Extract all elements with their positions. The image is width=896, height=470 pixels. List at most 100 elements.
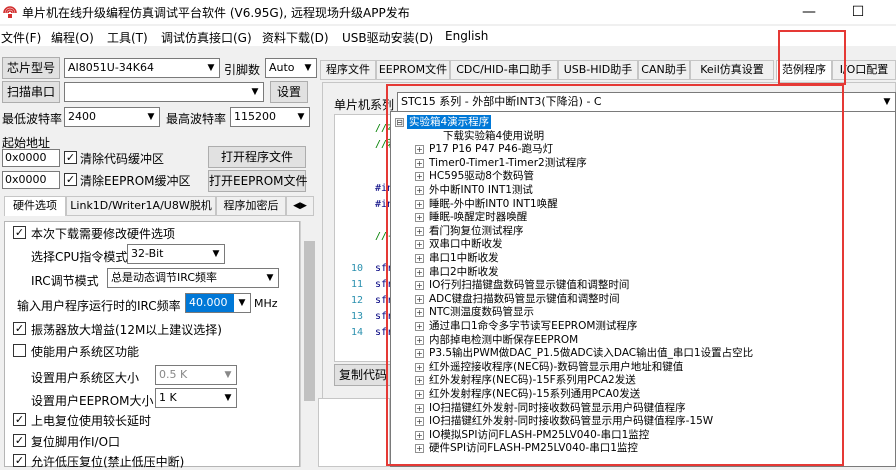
serial-port-select[interactable]: ▼ <box>64 82 264 102</box>
menu-english[interactable]: English <box>445 29 488 43</box>
window-title: 单片机在线升级编程仿真调试平台软件 (V6.95G), 远程现场升级APP发布 <box>22 6 410 20</box>
open-eeprom-file-button[interactable]: 打开EEPROM文件 <box>208 170 308 192</box>
chevron-down-icon: ▼ <box>224 370 232 380</box>
highlight-box-tab <box>778 30 846 85</box>
reset-pin-label: 复位脚用作I/O口 <box>31 435 121 449</box>
settings-button[interactable]: 设置 <box>270 81 308 103</box>
osc-amp-checkbox[interactable]: ✓ <box>13 322 26 335</box>
irc-mode-value: 总是动态调节IRC频率 <box>111 271 218 284</box>
code-address-input[interactable]: 0x0000 <box>2 149 60 167</box>
menu-program[interactable]: 编程(O) <box>51 29 94 46</box>
low-voltage-reset-label: 允许低压复位(禁止低压中断) <box>31 455 185 469</box>
chevron-down-icon: ▼ <box>251 87 259 97</box>
user-sys-area-label: 使能用户系统区功能 <box>31 345 140 359</box>
clear-eeprom-label: 清除EEPROM缓冲区 <box>80 174 191 188</box>
chevron-down-icon: ▼ <box>304 63 312 73</box>
reset-pin-checkbox[interactable]: ✓ <box>13 434 26 447</box>
chip-model-select[interactable]: AI8051U-34K64 ▼ <box>64 58 220 78</box>
chevron-down-icon: ▼ <box>212 249 220 259</box>
menu-bar: 文件(F) 编程(O) 工具(T) 调试仿真接口(G) 资料下载(D) USB驱… <box>0 26 896 46</box>
chevron-down-icon: ▼ <box>266 273 274 283</box>
scrollbar-thumb[interactable] <box>304 241 315 401</box>
tab-eeprom-file[interactable]: EEPROM文件 <box>376 60 450 80</box>
irc-frequency-label: 输入用户程序运行时的IRC频率 <box>17 299 181 313</box>
chevron-down-icon: ▼ <box>234 294 250 312</box>
chevron-down-icon: ▼ <box>207 63 215 73</box>
clear-eeprom-checkbox[interactable]: ✓ <box>64 173 77 186</box>
max-baud-select[interactable]: 115200 ▼ <box>230 107 310 127</box>
pin-count-select[interactable]: Auto ▼ <box>265 58 317 78</box>
hardware-options-scrollbar[interactable] <box>300 221 318 467</box>
eeprom-size-value: 1 K <box>159 391 177 404</box>
pin-count-value: Auto <box>269 61 295 74</box>
cpu-mode-select[interactable]: 32-Bit ▼ <box>127 244 225 264</box>
chevron-down-icon: ▼ <box>224 393 232 403</box>
chevron-down-icon: ▼ <box>297 112 305 122</box>
hardware-options-panel: ✓ 本次下载需要修改硬件选项 选择CPU指令模式 32-Bit ▼ IRC调节模… <box>4 221 300 469</box>
sys-area-size-label: 设置用户系统区大小 <box>31 371 140 385</box>
modify-hw-label: 本次下载需要修改硬件选项 <box>31 227 176 241</box>
min-baud-select[interactable]: 2400 ▼ <box>64 107 160 127</box>
sys-area-size-value: 0.5 K <box>159 368 188 381</box>
menu-debug[interactable]: 调试仿真接口(G) <box>161 29 252 46</box>
max-baud-label: 最高波特率 <box>166 112 227 126</box>
open-program-file-button[interactable]: 打开程序文件 <box>208 146 306 168</box>
scan-port-button[interactable]: 扫描串口 <box>2 81 60 103</box>
user-sys-area-checkbox[interactable] <box>13 344 26 357</box>
line-number: 14 <box>350 327 363 338</box>
chip-model-value: AI8051U-34K64 <box>68 61 154 74</box>
title-bar: 单片机在线升级编程仿真调试平台软件 (V6.95G), 远程现场升级APP发布 … <box>0 0 896 24</box>
left-tabs: 硬件选项 Link1D/Writer1A/U8W脱机 程序加密后 ◀▶ <box>4 196 318 216</box>
chevron-down-icon: ▼ <box>147 112 155 122</box>
tab-program-file[interactable]: 程序文件 <box>320 60 376 80</box>
modify-hw-checkbox[interactable]: ✓ <box>13 226 26 239</box>
eeprom-address-input[interactable]: 0x0000 <box>2 171 60 189</box>
line-number: 11 <box>350 279 363 290</box>
menu-download[interactable]: 资料下载(D) <box>262 29 329 46</box>
sys-area-size-select[interactable]: 0.5 K ▼ <box>155 365 237 385</box>
eeprom-size-label: 设置用户EEPROM大小 <box>31 394 154 408</box>
tab-keil-sim[interactable]: Keil仿真设置 <box>690 60 774 80</box>
tab-usb-hid[interactable]: USB-HID助手 <box>558 60 638 80</box>
irc-mode-select[interactable]: 总是动态调节IRC频率 ▼ <box>107 268 279 288</box>
menu-file[interactable]: 文件(F) <box>1 29 41 46</box>
minimize-button[interactable]: — <box>799 2 819 22</box>
code-editor[interactable]: //本//若 #inc #inc//-- 10 sfr 11 sfr 12 sfr 13 sfr 14… <box>334 114 399 362</box>
copy-code-button[interactable]: 复制代码 <box>334 364 392 386</box>
tab-can[interactable]: CAN助手 <box>638 60 690 80</box>
clear-code-label: 清除代码缓冲区 <box>80 152 165 166</box>
min-baud-value: 2400 <box>68 110 96 123</box>
clear-code-checkbox[interactable]: ✓ <box>64 151 77 164</box>
chip-model-button[interactable]: 芯片型号 <box>2 57 60 79</box>
osc-amp-label: 振荡器放大增益(12M以上建议选择) <box>31 323 222 337</box>
irc-frequency-value: 40.000 <box>189 296 228 309</box>
line-number: 13 <box>350 311 363 322</box>
pin-count-label: 引脚数 <box>224 63 261 77</box>
menu-usb-driver[interactable]: USB驱动安装(D) <box>342 29 433 46</box>
cpu-mode-label: 选择CPU指令模式 <box>31 250 128 264</box>
tab-encryption[interactable]: 程序加密后 <box>216 196 286 216</box>
power-reset-label: 上电复位使用较长延时 <box>31 414 152 428</box>
irc-frequency-select[interactable]: 40.000 ▼ <box>185 293 251 313</box>
series-label: 单片机系列 <box>334 98 395 112</box>
eeprom-size-select[interactable]: 1 K ▼ <box>155 388 237 408</box>
chevron-down-icon: ▼ <box>883 97 891 107</box>
max-baud-value: 115200 <box>234 110 276 123</box>
cpu-mode-value: 32-Bit <box>131 247 164 260</box>
tab-cdc-hid[interactable]: CDC/HID-串口助手 <box>450 60 558 80</box>
line-number: 10 <box>350 263 363 274</box>
highlight-box-tree <box>386 84 844 466</box>
line-number: 12 <box>350 295 363 306</box>
low-voltage-reset-checkbox[interactable]: ✓ <box>13 454 26 467</box>
irc-frequency-unit: MHz <box>254 297 278 310</box>
power-reset-checkbox[interactable]: ✓ <box>13 413 26 426</box>
tab-hardware-options[interactable]: 硬件选项 <box>4 196 66 216</box>
app-logo-icon <box>3 6 17 18</box>
maximize-button[interactable]: ☐ <box>848 2 868 22</box>
tab-offline[interactable]: Link1D/Writer1A/U8W脱机 <box>66 196 216 216</box>
menu-tools[interactable]: 工具(T) <box>107 29 148 46</box>
output-area <box>318 398 390 467</box>
min-baud-label: 最低波特率 <box>2 112 63 126</box>
irc-mode-label: IRC调节模式 <box>31 274 99 288</box>
tab-scroll-arrows[interactable]: ◀▶ <box>286 196 314 216</box>
